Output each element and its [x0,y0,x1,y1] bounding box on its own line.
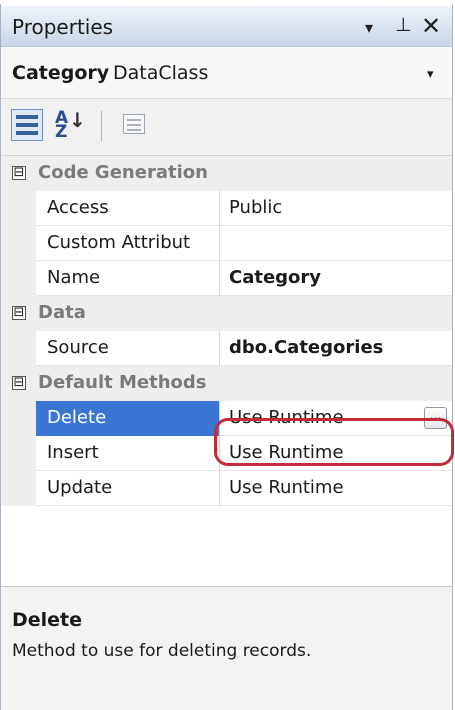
object-type: DataClass [113,62,209,84]
property-name: Custom Attribut [47,232,191,253]
category-label: Data [38,302,86,323]
column-divider [219,471,220,506]
description-pane: Delete Method to use for deleting record… [1,586,452,710]
column-divider [219,261,220,296]
property-value[interactable]: Use Runtime [229,477,344,498]
property-row[interactable]: Update Use Runtime [1,471,452,506]
collapse-icon[interactable]: ⊟ [12,306,26,320]
property-pages-button[interactable] [119,109,151,141]
property-value[interactable]: Use Runtime [229,407,344,428]
window-title: Properties [12,15,114,39]
description-title: Delete [12,609,83,631]
categorized-button[interactable] [11,109,43,141]
close-icon[interactable]: ✕ [421,12,441,40]
description-text: Method to use for deleting records. [12,641,312,661]
property-row[interactable]: Source dbo.Categories [1,331,452,366]
property-name: Access [47,197,109,218]
row-gutter [1,471,36,506]
sort-arrow-icon: ↓ [69,108,86,132]
object-name: Category [12,62,110,84]
categorized-icon [16,114,38,136]
property-name: Delete [47,407,107,428]
column-divider [219,401,220,436]
property-pages-icon [123,114,145,134]
property-grid: ⊟ Code Generation Access Public Custom A… [1,156,452,586]
property-row[interactable]: Access Public [1,191,452,226]
property-value[interactable]: dbo.Categories [229,337,383,358]
collapse-icon[interactable]: ⊟ [12,166,26,180]
category-data[interactable]: ⊟ Data [1,296,452,331]
property-value[interactable]: Public [229,197,282,218]
properties-toolbar: A Z ↓ [1,99,452,156]
property-name: Update [47,477,113,498]
pin-icon[interactable]: ⊥ [395,14,412,36]
row-gutter [1,436,36,471]
window-menu-dropdown-icon[interactable]: ▾ [365,18,373,37]
category-default-methods[interactable]: ⊟ Default Methods [1,366,452,401]
property-row-selected[interactable]: Delete Use Runtime ... [1,401,452,436]
row-gutter [1,261,36,296]
category-label: Code Generation [38,162,208,183]
property-name: Name [47,267,101,288]
category-label: Default Methods [38,372,207,393]
property-value[interactable]: Category [229,267,321,288]
column-divider [219,226,220,261]
row-gutter [1,226,36,261]
property-name: Insert [47,442,99,463]
collapse-icon[interactable]: ⊟ [12,376,26,390]
property-row[interactable]: Name Category [1,261,452,296]
toolbar-separator [101,111,102,141]
property-row[interactable]: Insert Use Runtime [1,436,452,471]
window-titlebar: Properties ▾ ⊥ ✕ [1,6,452,47]
category-code-generation[interactable]: ⊟ Code Generation [1,156,452,191]
column-divider [219,436,220,471]
row-gutter [1,191,36,226]
ellipsis-button[interactable]: ... [424,407,447,429]
property-row[interactable]: Custom Attribut [1,226,452,261]
alphabetical-button[interactable]: A Z ↓ [51,108,86,142]
object-selector[interactable]: Category DataClass ▾ [1,47,452,99]
chevron-down-icon[interactable]: ▾ [427,67,434,82]
alphabetical-icon-z: Z [55,122,68,142]
property-name: Source [47,337,109,358]
column-divider [219,331,220,366]
row-gutter [1,401,36,436]
property-value[interactable]: Use Runtime [229,442,344,463]
row-gutter [1,331,36,366]
column-divider [219,191,220,226]
